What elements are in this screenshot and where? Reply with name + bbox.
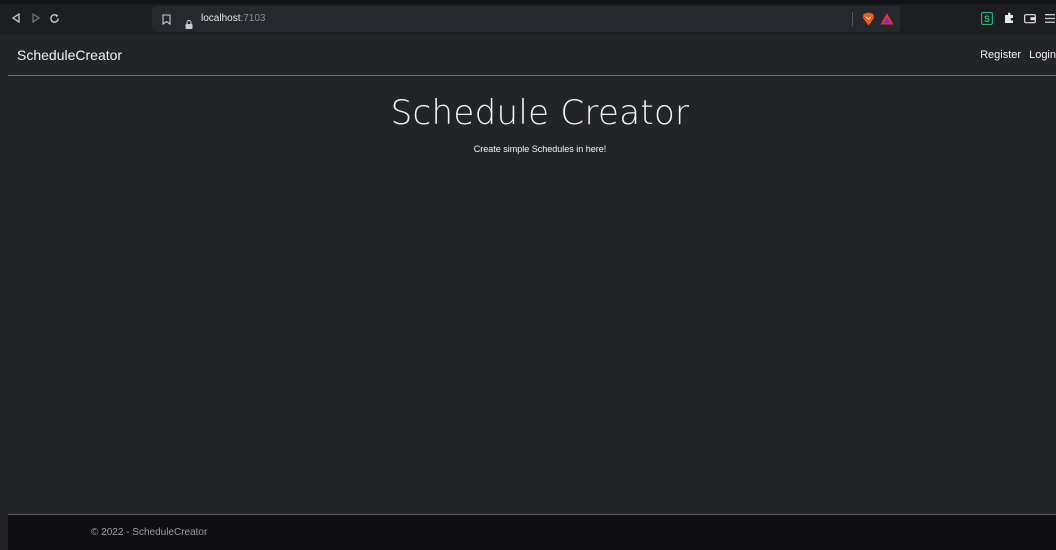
reload-icon[interactable] [45,4,63,32]
brave-shields-icon[interactable] [859,10,877,28]
extension-s-icon[interactable]: S [978,4,996,32]
url-text[interactable]: localhost:7103 [201,6,266,32]
browser-chrome: localhost:7103 S [0,0,1056,35]
url-port: :7103 [240,13,266,24]
url-host: localhost [201,13,241,24]
navbar-links: Register Login [980,35,1056,76]
forward-icon[interactable] [27,4,45,32]
page-gutter [0,35,8,550]
back-icon[interactable] [7,4,25,32]
main-content: Schedule Creator Create simple Schedules… [8,77,1056,514]
lock-icon [185,14,193,29]
wallet-icon[interactable] [1021,4,1039,32]
page-title: Schedule Creator [390,93,690,133]
page-subtitle: Create simple Schedules in here! [473,144,607,154]
footer-copyright: © 2022 - ScheduleCreator [91,527,208,538]
brave-rewards-icon[interactable] [878,10,896,28]
menu-icon[interactable] [1041,4,1056,32]
navbar-brand-link[interactable]: ScheduleCreator [17,35,122,76]
address-bar[interactable]: localhost:7103 [152,6,900,32]
footer: © 2022 - ScheduleCreator [8,514,1056,550]
login-link[interactable]: Login [1021,35,1056,76]
svg-text:S: S [984,14,990,24]
bookmark-icon[interactable] [158,6,174,32]
extensions-puzzle-icon[interactable] [1000,4,1018,32]
page: localhost:7103 S ScheduleCreator Registe… [0,0,1056,550]
address-bar-divider [852,12,853,26]
browser-toolbar: localhost:7103 S [0,4,1056,35]
register-link[interactable]: Register [980,35,1021,76]
site-navbar: ScheduleCreator Register Login [8,35,1056,76]
